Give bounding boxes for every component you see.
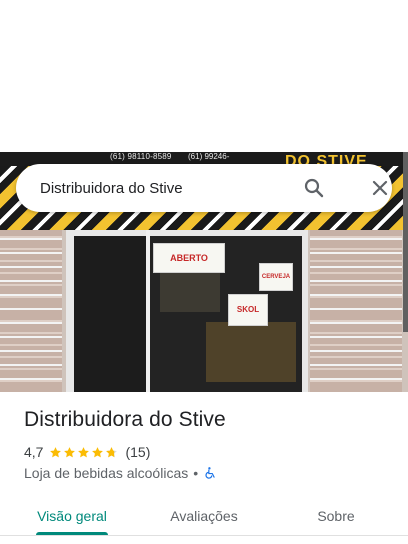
star-rating [49,446,119,459]
shop-shelf [160,272,220,312]
sign-paper-beer: CERVEJA [259,263,293,291]
left-bars [0,230,62,392]
close-icon[interactable] [368,176,392,200]
tabs-divider [0,535,408,536]
place-tabs: Visão geral Avaliações Sobre [0,496,408,544]
sign-paper-open: ABERTO [153,243,225,273]
star-icon [64,446,76,457]
star-icon [50,446,62,457]
sign-paper-skol: SKOL [228,294,268,326]
separator-dot: • [193,465,199,481]
place-title: Distribuidora do Stive [24,408,226,431]
search-bar[interactable]: Distribuidora do Stive [16,164,392,212]
search-icon[interactable] [302,176,326,200]
right-bars [310,230,402,392]
rating-value: 4,7 [24,444,44,460]
shop-counter [206,322,296,382]
door-divider [146,230,150,392]
category-row: Loja de bebidas alcoólicas • [24,465,217,481]
sign-phone-1: (61) 98110-8589 [110,152,172,161]
review-count[interactable]: (15) [125,444,150,460]
scrollbar[interactable] [403,152,408,332]
maps-place-sheet: (61) 98110-8589 (61) 99246- DO STIVE ABE… [0,0,408,544]
sign-phone-2: (61) 99246- [188,152,230,161]
star-icon [92,446,104,457]
rating-row[interactable]: 4,7 (15) [24,444,150,460]
shop-interior-left [74,236,148,392]
wheelchair-icon [205,467,215,479]
tab-reviews[interactable]: Avaliações [160,496,248,536]
place-category[interactable]: Loja de bebidas alcoólicas [24,465,188,481]
star-icon [78,446,90,457]
tab-about[interactable]: Sobre [292,496,380,536]
star-half-icon [106,446,118,457]
search-input[interactable]: Distribuidora do Stive [40,164,290,212]
tab-overview[interactable]: Visão geral [28,496,116,536]
